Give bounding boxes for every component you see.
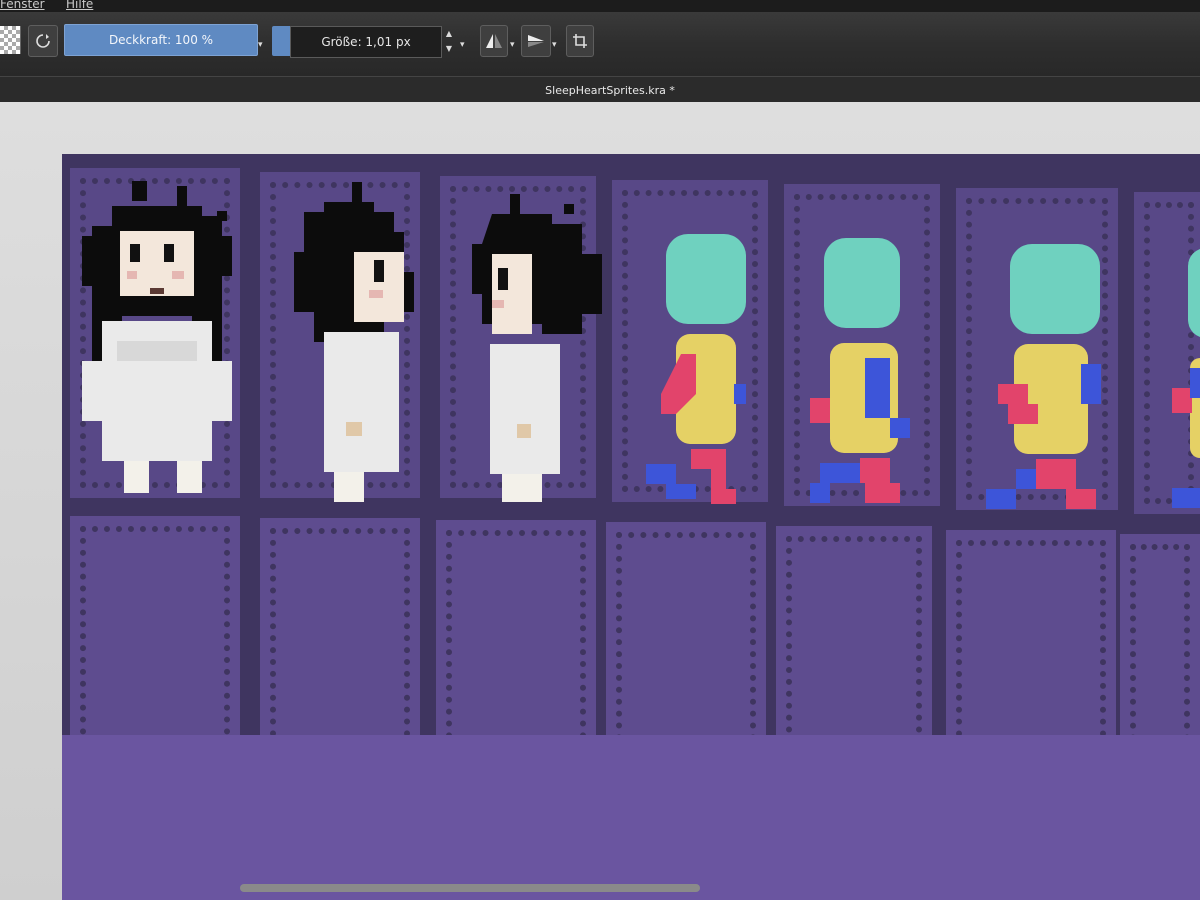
sprite-walk-placeholder — [986, 244, 1101, 509]
refresh-icon[interactable] — [28, 25, 58, 57]
menu-item-help[interactable]: Hilfe — [66, 0, 93, 11]
size-label: Größe: 1,01 px — [321, 35, 411, 49]
canvas-bottom-strip — [62, 735, 1200, 900]
spin-down-icon[interactable]: ▼ — [442, 41, 456, 56]
chevron-down-icon[interactable]: ▾ — [510, 40, 515, 50]
menu-item-window[interactable]: Fenster — [0, 0, 45, 11]
sprite-walk-placeholder — [1172, 249, 1200, 508]
size-slider-fill[interactable] — [272, 26, 290, 56]
size-spinner[interactable]: ▲ ▼ — [442, 26, 456, 56]
sprite-girl-profile — [472, 194, 602, 502]
sprite-girl-side — [294, 182, 414, 502]
chevron-down-icon[interactable]: ▾ — [552, 40, 557, 50]
menu-bar: Fenster Hilfe — [0, 0, 1200, 12]
opacity-label: Deckkraft: 100 % — [108, 33, 214, 47]
chevron-down-icon[interactable]: ▾ — [258, 40, 263, 50]
opacity-slider[interactable]: Deckkraft: 100 % — [64, 24, 258, 56]
document-title[interactable]: SleepHeartSprites.kra * — [545, 84, 675, 97]
sprite-walk-placeholder — [646, 234, 746, 504]
size-field[interactable]: Größe: 1,01 px — [290, 26, 442, 58]
chevron-down-icon[interactable]: ▾ — [460, 40, 465, 50]
mirror-vertical-icon[interactable] — [521, 25, 551, 57]
crop-icon[interactable] — [566, 25, 594, 57]
canvas-area[interactable] — [0, 102, 1200, 900]
horizontal-scrollbar[interactable] — [240, 884, 700, 892]
spin-up-icon[interactable]: ▲ — [442, 26, 456, 41]
mirror-horizontal-icon[interactable] — [480, 25, 508, 57]
document-tab-bar: SleepHeartSprites.kra * — [0, 76, 1200, 103]
sprite-girl-front — [82, 181, 232, 493]
checker-icon[interactable] — [0, 26, 21, 54]
tool-options-bar: Deckkraft: 100 % ▾ Größe: 1,01 px ▲ ▼ ▾ … — [0, 12, 1200, 76]
sprite-walk-placeholder — [810, 238, 910, 503]
